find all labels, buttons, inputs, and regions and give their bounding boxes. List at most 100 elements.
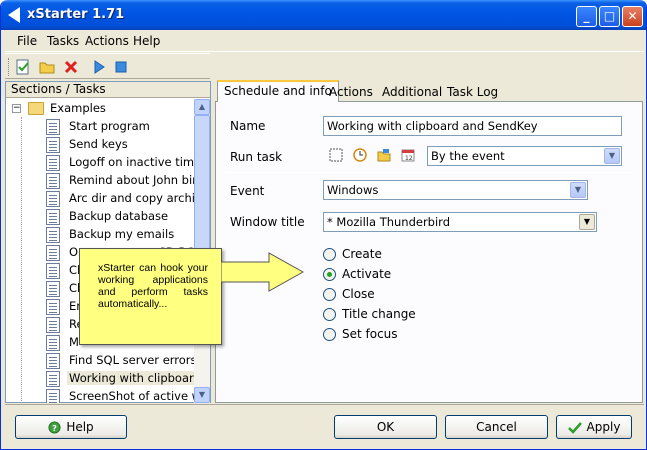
help-icon: ? [48, 421, 61, 434]
name-input[interactable]: Working with clipboard and SendKey [323, 116, 622, 136]
new-task-icon[interactable] [15, 59, 31, 75]
tree-item[interactable]: Remind about John birt... [46, 172, 194, 190]
radio-option[interactable]: Close [323, 287, 433, 303]
menu-file[interactable]: File [17, 34, 37, 48]
radio-option[interactable]: Set focus [323, 327, 433, 343]
cancel-button[interactable]: Cancel [445, 415, 548, 439]
task-document-icon [46, 371, 60, 387]
radio-label: Activate [342, 267, 392, 281]
run-task-value: By the event [431, 149, 505, 163]
window-title: xStarter 1.71 [27, 7, 125, 22]
run-icon[interactable] [91, 59, 107, 75]
radio-option[interactable]: Activate [323, 267, 433, 283]
radio-label: Close [342, 287, 375, 301]
tab-schedule-and-info[interactable]: Schedule and info [217, 80, 339, 103]
maximize-button[interactable]: □ [599, 6, 620, 27]
window-title-combo[interactable]: * Mozilla Thunderbird ▼ [323, 212, 597, 232]
event-select[interactable]: Windows ▼ [323, 180, 588, 200]
tree-root-label: Examples [50, 101, 106, 115]
tree-item[interactable]: Start program [46, 118, 194, 136]
tree-item-label: Working with clipboard ... [67, 371, 194, 385]
folder-icon [28, 102, 44, 115]
task-document-icon [46, 281, 60, 297]
collapse-icon[interactable]: − [12, 104, 21, 113]
tree-item-label: Logoff on inactive time [69, 155, 194, 169]
help-button[interactable]: ? Help [15, 415, 127, 439]
scroll-up-icon[interactable]: ▲ [194, 99, 210, 115]
apply-button[interactable]: Apply [556, 415, 632, 439]
radio-circle-icon[interactable] [323, 288, 336, 301]
main-window: xStarter 1.71 _ □ ✕ File Tasks Actions H… [0, 0, 647, 450]
clock-trigger-icon[interactable] [353, 148, 367, 162]
radio-circle-icon[interactable] [323, 248, 336, 261]
scroll-down-icon[interactable]: ▼ [194, 387, 210, 403]
menu-help[interactable]: Help [133, 34, 160, 48]
tree-item-label: ScreenShot of active w... [69, 389, 194, 403]
tree-item[interactable]: Arc dir and copy archive [46, 190, 194, 208]
radio-circle-icon[interactable] [323, 308, 336, 321]
close-button[interactable]: ✕ [622, 6, 643, 27]
tree-item[interactable]: Send keys [46, 136, 194, 154]
task-document-icon [46, 389, 60, 403]
task-document-icon [46, 119, 60, 135]
radio-option[interactable]: Title change [323, 307, 433, 323]
menu-tasks[interactable]: Tasks [47, 34, 79, 48]
run-task-select[interactable]: By the event ▼ [427, 146, 622, 166]
bottom-bar: ? Help OK Cancel Apply [5, 404, 644, 448]
tab-task-log[interactable]: Task Log [440, 82, 505, 102]
menu-bar: File Tasks Actions Help [5, 30, 644, 52]
app-icon [8, 7, 20, 23]
divider [225, 172, 633, 173]
tab-additional[interactable]: Additional [375, 82, 449, 102]
tree-item[interactable]: ScreenShot of active w... [46, 388, 194, 403]
help-button-label: Help [66, 420, 94, 434]
toolbar [5, 53, 210, 79]
radio-label: Set focus [342, 327, 398, 341]
scroll-thumb[interactable] [194, 115, 210, 265]
tree-item-label: Send keys [69, 137, 128, 151]
svg-text:12: 12 [405, 155, 413, 162]
tree-item-label: Backup my emails [69, 227, 175, 241]
title-bar[interactable]: xStarter 1.71 _ □ ✕ [1, 0, 646, 30]
tab-actions[interactable]: Actions [322, 82, 380, 102]
maximize-icon: □ [603, 9, 616, 23]
menu-actions[interactable]: Actions [85, 34, 129, 48]
window-title-label: Window title [230, 215, 305, 229]
name-label: Name [230, 119, 266, 133]
none-trigger-icon[interactable] [329, 148, 343, 162]
radio-label: Create [342, 247, 382, 261]
task-document-icon [46, 317, 60, 333]
tree-item-label: Remind about John birt... [69, 173, 194, 187]
radio-label: Title change [342, 307, 416, 321]
tree-item[interactable]: Backup database [46, 208, 194, 226]
stop-icon[interactable] [113, 59, 129, 75]
toolbar-grip[interactable] [8, 58, 11, 76]
delete-icon[interactable] [63, 59, 79, 75]
tree-item-label: Start program [69, 119, 150, 133]
task-document-icon [46, 173, 60, 189]
radio-option[interactable]: Create [323, 247, 433, 263]
tree-item-label: Backup database [69, 209, 169, 223]
tree-item[interactable]: Backup my emails [46, 226, 194, 244]
tooltip-callout: xStarter can hook your working applicati… [79, 248, 222, 345]
radio-circle-icon[interactable] [323, 328, 336, 341]
tree-item[interactable]: Working with clipboard ... [46, 370, 194, 388]
folder-trigger-icon[interactable] [377, 148, 391, 162]
task-document-icon [46, 155, 60, 171]
sections-panel: Sections / Tasks − Examples Start progra… [5, 81, 211, 403]
sections-header: Sections / Tasks [6, 82, 210, 98]
tree-item[interactable]: Find SQL server errors [46, 352, 194, 370]
calendar-trigger-icon[interactable]: 12 [401, 148, 415, 162]
minimize-button[interactable]: _ [576, 6, 597, 27]
callout-text: xStarter can hook your working applicati… [98, 262, 208, 310]
radio-circle-icon[interactable] [323, 268, 336, 281]
cancel-button-label: Cancel [476, 420, 517, 434]
chevron-down-icon[interactable]: ▼ [570, 182, 586, 198]
tree-item[interactable]: Logoff on inactive time [46, 154, 194, 172]
tab-strip: Schedule and info Actions Additional Tas… [215, 80, 643, 103]
task-document-icon [46, 263, 60, 279]
chevron-down-icon[interactable]: ▼ [604, 148, 620, 164]
chevron-down-icon[interactable]: ▼ [579, 214, 595, 230]
open-folder-icon[interactable] [39, 59, 55, 75]
ok-button[interactable]: OK [334, 415, 437, 439]
